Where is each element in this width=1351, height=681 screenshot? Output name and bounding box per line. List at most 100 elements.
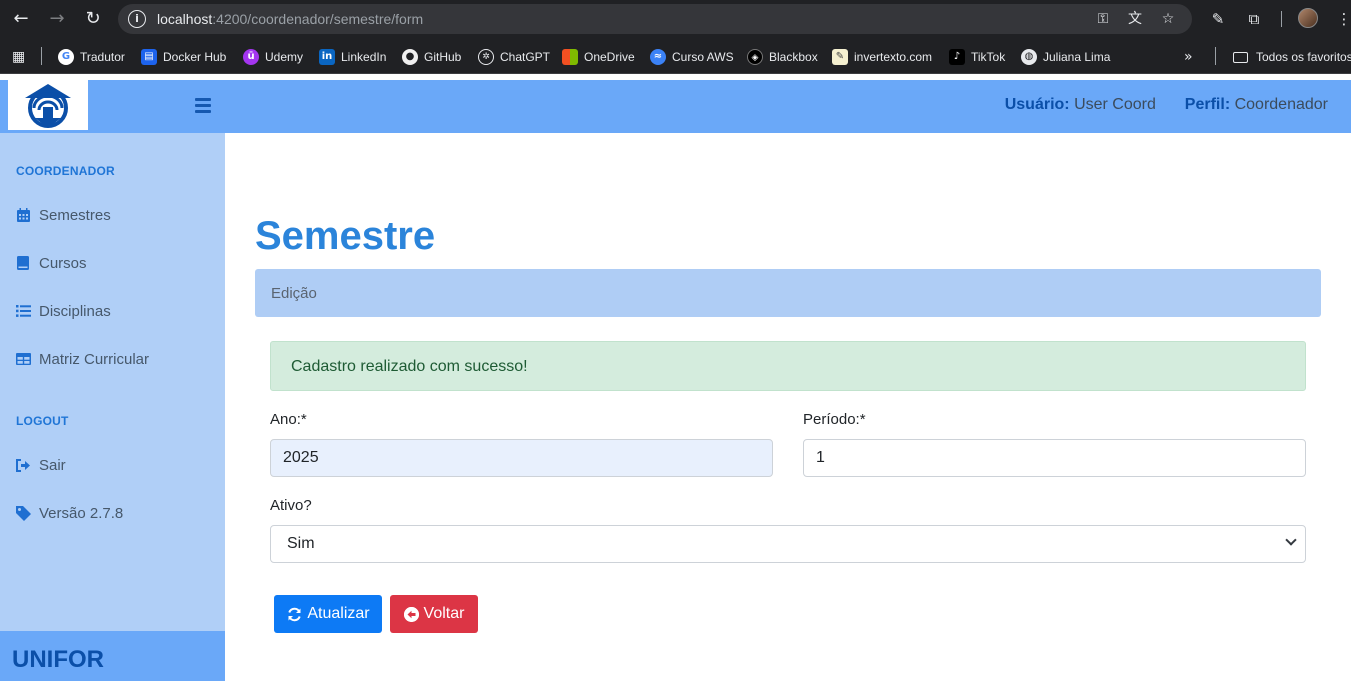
globe-icon: ◍ [1021, 49, 1037, 65]
udemy-icon: ū [243, 49, 259, 65]
sign-out-icon [15, 457, 31, 473]
apps-grid-icon[interactable]: ▦ [12, 48, 28, 64]
translate-icon[interactable]: 文 [1125, 9, 1145, 29]
sidebar-item-label: Semestres [39, 206, 111, 224]
tiktok-icon: ♪ [949, 49, 965, 65]
calendar-icon [15, 207, 31, 223]
bookmark-label: Blackbox [769, 50, 818, 64]
bookmark-docker-hub[interactable]: ▤ Docker Hub [141, 47, 226, 67]
ativo-select[interactable]: Sim [270, 525, 1306, 563]
folder-icon [1233, 51, 1248, 63]
card-header: Edição [255, 269, 1321, 317]
bookmark-curso-aws[interactable]: ≈ Curso AWS [650, 47, 734, 67]
google-icon: G [58, 49, 74, 65]
periodo-input[interactable]: 1 [803, 439, 1306, 477]
extensions-icon[interactable]: ⧉ [1243, 8, 1265, 30]
ativo-selected-value: Sim [287, 535, 315, 552]
toolbar-divider [1281, 11, 1282, 27]
book-icon [15, 255, 31, 271]
bookmark-label: Curso AWS [672, 50, 734, 64]
bookmark-invertexto[interactable]: ✎ invertexto.com [832, 47, 932, 67]
all-bookmarks-label: Todos os favoritos [1256, 50, 1351, 64]
ano-value: 2025 [283, 449, 319, 466]
back-button[interactable]: Voltar [390, 595, 478, 633]
bookmark-onedrive[interactable]: OneDrive [562, 47, 635, 67]
app-header: Usuário: User Coord Perfil: Coordenador [0, 80, 1351, 133]
bookmark-blackbox[interactable]: ◈ Blackbox [747, 47, 818, 67]
invertexto-icon: ✎ [832, 49, 848, 65]
bookmark-udemy[interactable]: ū Udemy [243, 47, 303, 67]
sidebar-section-logout: LOGOUT [16, 414, 69, 428]
success-alert-text: Cadastro realizado com sucesso! [291, 358, 528, 375]
bookmarks-divider [41, 47, 42, 65]
ativo-label: Ativo? [270, 497, 312, 514]
sidebar: COORDENADOR Semestres Cursos Disciplinas… [0, 133, 225, 681]
sidebar-item-label: Disciplinas [39, 302, 111, 320]
profile-value: Coordenador [1234, 96, 1328, 113]
all-bookmarks-folder[interactable]: Todos os favoritos [1233, 47, 1351, 67]
bookmark-label: Juliana Lima [1043, 50, 1111, 64]
periodo-label: Período:* [803, 411, 866, 428]
sidebar-item-label: Versão 2.7.8 [39, 504, 124, 522]
back-arrow-icon[interactable]: ← [9, 7, 33, 31]
linkedin-icon: in [319, 49, 335, 65]
bookmark-github[interactable]: ● GitHub [402, 47, 461, 67]
bookmark-label: Docker Hub [163, 50, 227, 64]
github-icon: ● [402, 49, 418, 65]
update-button[interactable]: Atualizar [274, 595, 382, 633]
address-bar[interactable]: i localhost:4200/coordenador/semestre/fo… [118, 4, 1192, 34]
page-title: Semestre [255, 214, 436, 258]
bookmark-label: Udemy [265, 50, 304, 64]
bookmark-juliana-lima[interactable]: ◍ Juliana Lima [1021, 47, 1110, 67]
sidebar-item-semestres[interactable]: Semestres [15, 204, 111, 226]
list-icon [15, 303, 31, 319]
star-icon[interactable]: ☆ [1158, 9, 1178, 29]
bookmarks-divider-right [1215, 47, 1216, 65]
forward-arrow-icon[interactable]: → [45, 7, 69, 31]
docker-icon: ▤ [141, 49, 157, 65]
logo-icon [25, 84, 71, 128]
key-icon[interactable]: ⚿ [1093, 9, 1113, 29]
sidebar-footer: UNIFOR [0, 631, 225, 681]
bookmark-label: LinkedIn [341, 50, 387, 64]
bookmark-label: TikTok [971, 50, 1006, 64]
site-info-icon[interactable]: i [128, 10, 146, 28]
arrow-circle-left-icon [403, 606, 419, 622]
bookmark-label: OneDrive [584, 50, 635, 64]
bookmark-label: Tradutor [80, 50, 125, 64]
hamburger-menu-icon[interactable] [195, 98, 211, 113]
periodo-value: 1 [816, 449, 825, 466]
sidebar-footer-label: UNIFOR [12, 646, 104, 673]
bookmark-tradutor[interactable]: G Tradutor [58, 47, 125, 67]
sidebar-item-cursos[interactable]: Cursos [15, 252, 87, 274]
user-label: Usuário: [1004, 96, 1070, 113]
profile-avatar[interactable] [1298, 8, 1318, 28]
chatgpt-icon: ✲ [478, 49, 494, 65]
menu-kebab-icon[interactable]: ⋮ [1333, 8, 1351, 30]
back-button-label: Voltar [423, 605, 465, 622]
unifor-logo[interactable] [8, 80, 88, 130]
sidebar-item-disciplinas[interactable]: Disciplinas [15, 300, 111, 322]
url-text[interactable]: localhost:4200/coordenador/semestre/form [157, 11, 423, 27]
sidebar-item-sair[interactable]: Sair [15, 454, 66, 476]
card-header-label: Edição [271, 285, 317, 302]
ano-input[interactable]: 2025 [270, 439, 773, 477]
more-bookmarks-chevron-icon[interactable]: » [1184, 47, 1193, 67]
sidebar-section-coordenador: COORDENADOR [16, 164, 115, 178]
eyedropper-icon[interactable]: ✎ [1207, 8, 1229, 30]
bookmark-chatgpt[interactable]: ✲ ChatGPT [478, 47, 550, 67]
sidebar-item-matriz-curricular[interactable]: Matriz Curricular [15, 348, 149, 370]
profile-label: Perfil: [1184, 96, 1231, 113]
bookmark-linkedin[interactable]: in LinkedIn [319, 47, 386, 67]
bookmark-label: GitHub [424, 50, 462, 64]
refresh-icon [286, 606, 302, 622]
ano-label: Ano:* [270, 411, 307, 428]
sidebar-item-label: Cursos [39, 254, 87, 272]
bookmark-tiktok[interactable]: ♪ TikTok [949, 47, 1005, 67]
sidebar-item-versao[interactable]: Versão 2.7.8 [15, 502, 123, 524]
bookmark-label: ChatGPT [500, 50, 551, 64]
update-button-label: Atualizar [307, 605, 370, 622]
table-icon [15, 351, 31, 367]
reload-icon[interactable]: ↻ [81, 7, 105, 31]
tag-icon [15, 505, 31, 521]
